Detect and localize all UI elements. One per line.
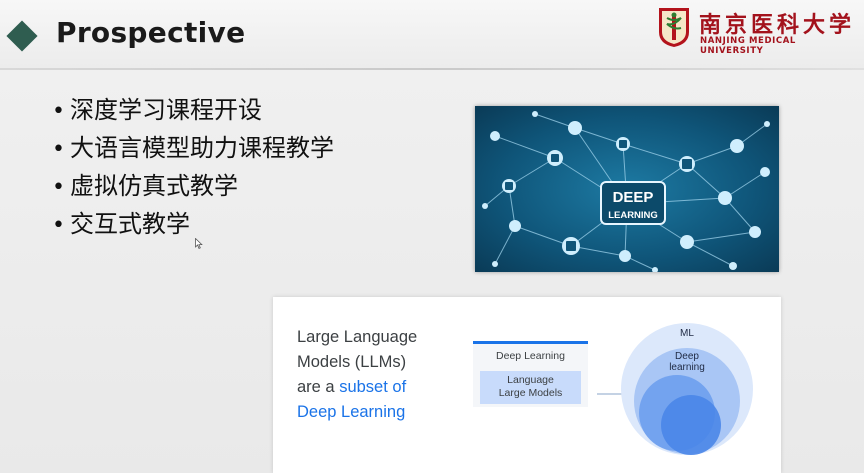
bullet-marker: • bbox=[52, 175, 65, 200]
bullet-marker: • bbox=[52, 137, 65, 162]
logo-name-en: NANJING MEDICAL UNIVERSITY bbox=[700, 36, 796, 56]
bullet-text: 虚拟仿真式教学 bbox=[70, 172, 238, 200]
venn-label-deep: Deep bbox=[675, 351, 699, 362]
llm-text-highlight: Deep Learning bbox=[297, 403, 406, 421]
bullet-text: 交互式教学 bbox=[70, 210, 190, 238]
deep-learning-box: Deep Learning Language Large Models bbox=[473, 341, 588, 407]
bullet-text: 深度学习课程开设 bbox=[70, 96, 262, 124]
llm-text-prefix: are a bbox=[297, 378, 340, 396]
llm-text-line: Models (LLMs) bbox=[297, 353, 407, 371]
slide-title: Prospective bbox=[56, 16, 246, 49]
university-seal-icon bbox=[659, 8, 689, 47]
deep-learning-box-title: Deep Learning bbox=[496, 350, 565, 362]
llm-text-line: Large Language bbox=[297, 328, 418, 346]
bullet-item: • 深度学习课程开设 bbox=[52, 92, 334, 130]
llm-text-line: are a subset of bbox=[297, 375, 437, 400]
bullet-item: • 虚拟仿真式教学 bbox=[52, 168, 334, 206]
bullet-text: 大语言模型助力课程教学 bbox=[70, 134, 334, 162]
bullet-item: • 交互式教学 bbox=[52, 206, 334, 244]
language-models-box: Language Large Models bbox=[480, 371, 581, 404]
header-divider bbox=[0, 68, 864, 70]
llm-text-highlight: subset of bbox=[339, 378, 407, 396]
language-models-line: Language bbox=[507, 374, 554, 386]
venn-label-ml: ML bbox=[680, 328, 694, 339]
bullet-item: • 大语言模型助力课程教学 bbox=[52, 130, 334, 168]
logo-name-cn: 南京医科大学 bbox=[699, 12, 856, 38]
university-logo: 南京医科大学 NANJING MEDICAL UNIVERSITY bbox=[655, 6, 856, 56]
deep-label-line2: LEARNING bbox=[608, 210, 658, 221]
language-models-line: Large Models bbox=[498, 387, 563, 399]
llm-description: Large Language Models (LLMs) are a subse… bbox=[297, 325, 437, 425]
venn-inner-circle-b bbox=[661, 395, 721, 455]
llm-subset-card: Large Language Models (LLMs) are a subse… bbox=[273, 297, 781, 473]
mouse-cursor-icon bbox=[195, 238, 203, 249]
bullet-marker: • bbox=[52, 99, 65, 124]
bullet-list: • 深度学习课程开设 • 大语言模型助力课程教学 • 虚拟仿真式教学 • 交互式教学 bbox=[52, 92, 334, 244]
bullet-marker: • bbox=[52, 213, 65, 238]
deep-learning-image: DEEP LEARNING bbox=[475, 106, 779, 272]
deep-label-line1: DEEP bbox=[613, 189, 654, 206]
venn-label-learning: learning bbox=[669, 362, 705, 373]
venn-diagram: ML Deep learning bbox=[597, 323, 753, 455]
